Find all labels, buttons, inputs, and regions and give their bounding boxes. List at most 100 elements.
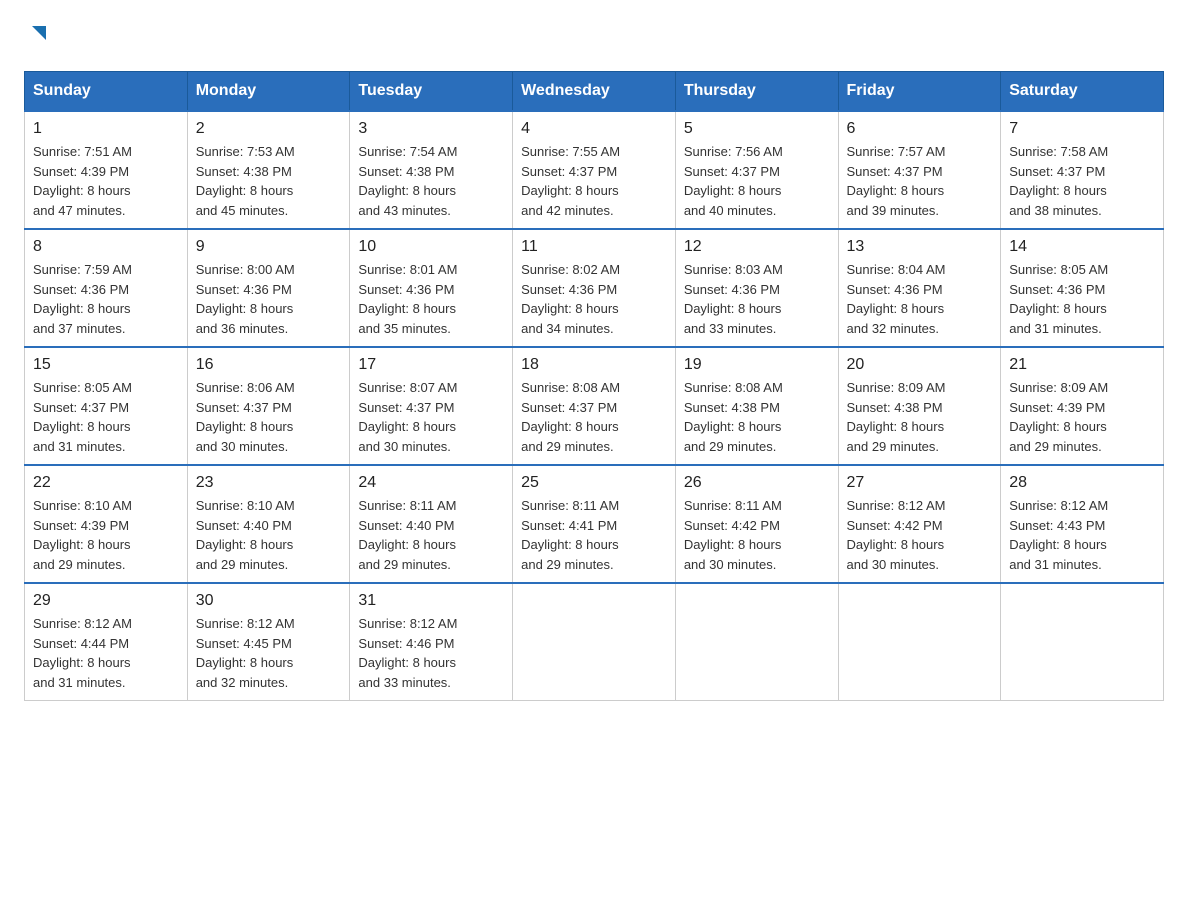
- day-number: 11: [521, 238, 667, 256]
- day-number: 24: [358, 474, 504, 492]
- day-number: 5: [684, 120, 830, 138]
- day-number: 27: [847, 474, 993, 492]
- calendar-cell: 17 Sunrise: 8:07 AM Sunset: 4:37 PM Dayl…: [350, 347, 513, 465]
- calendar-cell: 12 Sunrise: 8:03 AM Sunset: 4:36 PM Dayl…: [675, 229, 838, 347]
- calendar-cell: 2 Sunrise: 7:53 AM Sunset: 4:38 PM Dayli…: [187, 111, 350, 229]
- day-info: Sunrise: 8:08 AM Sunset: 4:37 PM Dayligh…: [521, 378, 667, 456]
- day-number: 30: [196, 592, 342, 610]
- day-number: 20: [847, 356, 993, 374]
- calendar-cell: 18 Sunrise: 8:08 AM Sunset: 4:37 PM Dayl…: [513, 347, 676, 465]
- day-info: Sunrise: 7:54 AM Sunset: 4:38 PM Dayligh…: [358, 142, 504, 220]
- calendar-week-3: 15 Sunrise: 8:05 AM Sunset: 4:37 PM Dayl…: [25, 347, 1164, 465]
- day-number: 17: [358, 356, 504, 374]
- day-info: Sunrise: 8:05 AM Sunset: 4:36 PM Dayligh…: [1009, 260, 1155, 338]
- calendar-cell: 24 Sunrise: 8:11 AM Sunset: 4:40 PM Dayl…: [350, 465, 513, 583]
- day-info: Sunrise: 8:05 AM Sunset: 4:37 PM Dayligh…: [33, 378, 179, 456]
- calendar-cell: [838, 583, 1001, 701]
- day-info: Sunrise: 7:55 AM Sunset: 4:37 PM Dayligh…: [521, 142, 667, 220]
- day-number: 21: [1009, 356, 1155, 374]
- calendar-cell: 6 Sunrise: 7:57 AM Sunset: 4:37 PM Dayli…: [838, 111, 1001, 229]
- column-header-thursday: Thursday: [675, 72, 838, 112]
- calendar-week-5: 29 Sunrise: 8:12 AM Sunset: 4:44 PM Dayl…: [25, 583, 1164, 701]
- calendar-cell: 26 Sunrise: 8:11 AM Sunset: 4:42 PM Dayl…: [675, 465, 838, 583]
- day-number: 14: [1009, 238, 1155, 256]
- calendar-cell: 5 Sunrise: 7:56 AM Sunset: 4:37 PM Dayli…: [675, 111, 838, 229]
- calendar-cell: 4 Sunrise: 7:55 AM Sunset: 4:37 PM Dayli…: [513, 111, 676, 229]
- calendar-week-2: 8 Sunrise: 7:59 AM Sunset: 4:36 PM Dayli…: [25, 229, 1164, 347]
- day-number: 28: [1009, 474, 1155, 492]
- calendar-cell: 29 Sunrise: 8:12 AM Sunset: 4:44 PM Dayl…: [25, 583, 188, 701]
- day-info: Sunrise: 8:04 AM Sunset: 4:36 PM Dayligh…: [847, 260, 993, 338]
- day-info: Sunrise: 8:09 AM Sunset: 4:39 PM Dayligh…: [1009, 378, 1155, 456]
- day-number: 19: [684, 356, 830, 374]
- calendar-cell: 15 Sunrise: 8:05 AM Sunset: 4:37 PM Dayl…: [25, 347, 188, 465]
- day-info: Sunrise: 8:11 AM Sunset: 4:42 PM Dayligh…: [684, 496, 830, 574]
- day-info: Sunrise: 7:51 AM Sunset: 4:39 PM Dayligh…: [33, 142, 179, 220]
- day-info: Sunrise: 8:11 AM Sunset: 4:41 PM Dayligh…: [521, 496, 667, 574]
- calendar-cell: 3 Sunrise: 7:54 AM Sunset: 4:38 PM Dayli…: [350, 111, 513, 229]
- calendar-table: SundayMondayTuesdayWednesdayThursdayFrid…: [24, 71, 1164, 701]
- calendar-cell: 13 Sunrise: 8:04 AM Sunset: 4:36 PM Dayl…: [838, 229, 1001, 347]
- column-header-wednesday: Wednesday: [513, 72, 676, 112]
- day-number: 2: [196, 120, 342, 138]
- day-info: Sunrise: 8:00 AM Sunset: 4:36 PM Dayligh…: [196, 260, 342, 338]
- day-number: 22: [33, 474, 179, 492]
- logo-arrow-icon: [28, 22, 50, 49]
- calendar-cell: 20 Sunrise: 8:09 AM Sunset: 4:38 PM Dayl…: [838, 347, 1001, 465]
- day-number: 10: [358, 238, 504, 256]
- day-info: Sunrise: 8:12 AM Sunset: 4:43 PM Dayligh…: [1009, 496, 1155, 574]
- day-number: 4: [521, 120, 667, 138]
- calendar-cell: 23 Sunrise: 8:10 AM Sunset: 4:40 PM Dayl…: [187, 465, 350, 583]
- day-info: Sunrise: 8:11 AM Sunset: 4:40 PM Dayligh…: [358, 496, 504, 574]
- day-info: Sunrise: 8:12 AM Sunset: 4:45 PM Dayligh…: [196, 614, 342, 692]
- day-info: Sunrise: 7:57 AM Sunset: 4:37 PM Dayligh…: [847, 142, 993, 220]
- day-info: Sunrise: 8:12 AM Sunset: 4:46 PM Dayligh…: [358, 614, 504, 692]
- day-number: 13: [847, 238, 993, 256]
- calendar-cell: 27 Sunrise: 8:12 AM Sunset: 4:42 PM Dayl…: [838, 465, 1001, 583]
- day-info: Sunrise: 8:09 AM Sunset: 4:38 PM Dayligh…: [847, 378, 993, 456]
- calendar-cell: 30 Sunrise: 8:12 AM Sunset: 4:45 PM Dayl…: [187, 583, 350, 701]
- day-number: 15: [33, 356, 179, 374]
- calendar-cell: 10 Sunrise: 8:01 AM Sunset: 4:36 PM Dayl…: [350, 229, 513, 347]
- calendar-cell: 14 Sunrise: 8:05 AM Sunset: 4:36 PM Dayl…: [1001, 229, 1164, 347]
- column-header-friday: Friday: [838, 72, 1001, 112]
- day-info: Sunrise: 8:03 AM Sunset: 4:36 PM Dayligh…: [684, 260, 830, 338]
- day-number: 9: [196, 238, 342, 256]
- calendar-cell: 9 Sunrise: 8:00 AM Sunset: 4:36 PM Dayli…: [187, 229, 350, 347]
- day-number: 7: [1009, 120, 1155, 138]
- day-info: Sunrise: 8:12 AM Sunset: 4:44 PM Dayligh…: [33, 614, 179, 692]
- calendar-cell: 25 Sunrise: 8:11 AM Sunset: 4:41 PM Dayl…: [513, 465, 676, 583]
- day-number: 29: [33, 592, 179, 610]
- day-number: 1: [33, 120, 179, 138]
- day-info: Sunrise: 8:06 AM Sunset: 4:37 PM Dayligh…: [196, 378, 342, 456]
- day-number: 16: [196, 356, 342, 374]
- calendar-cell: 22 Sunrise: 8:10 AM Sunset: 4:39 PM Dayl…: [25, 465, 188, 583]
- calendar-cell: 19 Sunrise: 8:08 AM Sunset: 4:38 PM Dayl…: [675, 347, 838, 465]
- day-number: 3: [358, 120, 504, 138]
- day-number: 23: [196, 474, 342, 492]
- day-number: 25: [521, 474, 667, 492]
- logo: [24, 24, 50, 51]
- calendar-cell: 28 Sunrise: 8:12 AM Sunset: 4:43 PM Dayl…: [1001, 465, 1164, 583]
- column-header-sunday: Sunday: [25, 72, 188, 112]
- day-number: 12: [684, 238, 830, 256]
- day-number: 31: [358, 592, 504, 610]
- column-header-monday: Monday: [187, 72, 350, 112]
- calendar-cell: [675, 583, 838, 701]
- day-number: 6: [847, 120, 993, 138]
- day-info: Sunrise: 8:08 AM Sunset: 4:38 PM Dayligh…: [684, 378, 830, 456]
- day-info: Sunrise: 8:07 AM Sunset: 4:37 PM Dayligh…: [358, 378, 504, 456]
- calendar-cell: 31 Sunrise: 8:12 AM Sunset: 4:46 PM Dayl…: [350, 583, 513, 701]
- calendar-week-1: 1 Sunrise: 7:51 AM Sunset: 4:39 PM Dayli…: [25, 111, 1164, 229]
- day-number: 8: [33, 238, 179, 256]
- page-header: [24, 24, 1164, 51]
- calendar-week-4: 22 Sunrise: 8:10 AM Sunset: 4:39 PM Dayl…: [25, 465, 1164, 583]
- calendar-cell: 11 Sunrise: 8:02 AM Sunset: 4:36 PM Dayl…: [513, 229, 676, 347]
- day-info: Sunrise: 8:01 AM Sunset: 4:36 PM Dayligh…: [358, 260, 504, 338]
- day-info: Sunrise: 7:53 AM Sunset: 4:38 PM Dayligh…: [196, 142, 342, 220]
- day-number: 18: [521, 356, 667, 374]
- calendar-cell: 21 Sunrise: 8:09 AM Sunset: 4:39 PM Dayl…: [1001, 347, 1164, 465]
- day-info: Sunrise: 7:59 AM Sunset: 4:36 PM Dayligh…: [33, 260, 179, 338]
- calendar-cell: 1 Sunrise: 7:51 AM Sunset: 4:39 PM Dayli…: [25, 111, 188, 229]
- day-info: Sunrise: 7:58 AM Sunset: 4:37 PM Dayligh…: [1009, 142, 1155, 220]
